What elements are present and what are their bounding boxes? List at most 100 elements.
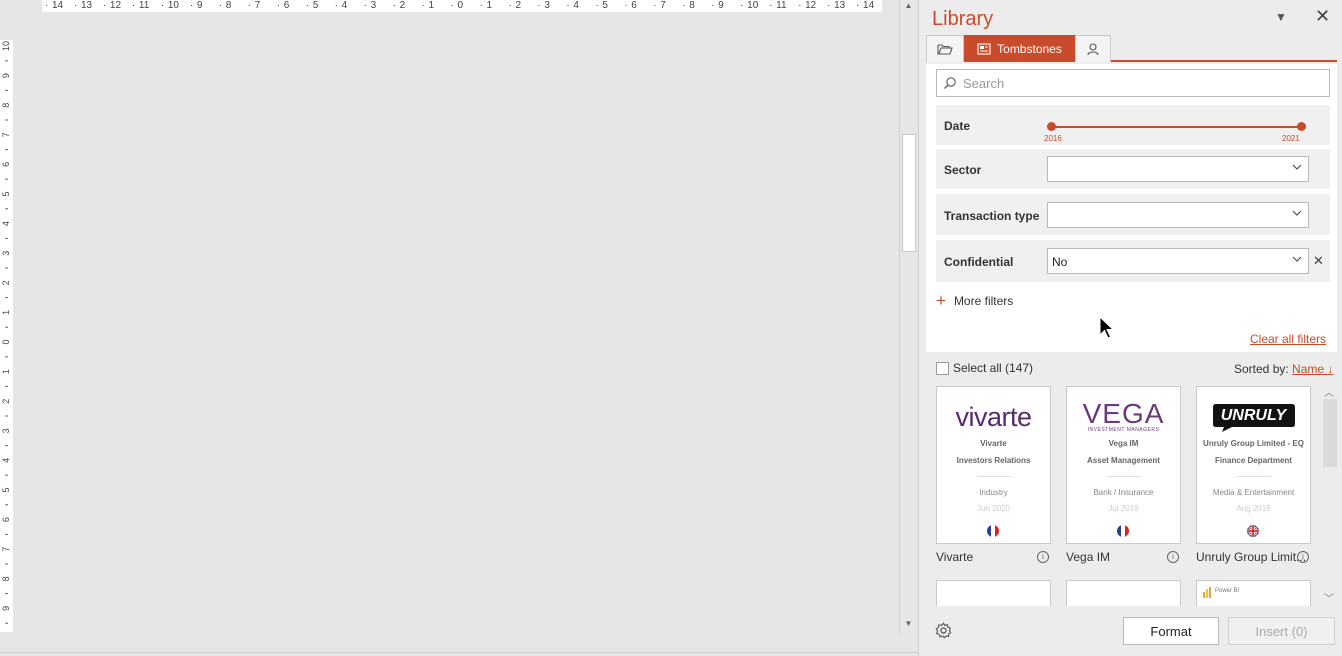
tombstone-card[interactable]: VEGA INVESTMENT MANAGERS Vega IM Asset M… (1066, 386, 1181, 544)
ruler-tick-label: 5 (312, 0, 319, 11)
tombstone-card[interactable] (936, 580, 1051, 606)
confidential-select[interactable]: No (1047, 248, 1309, 274)
results-header: Select all (147) Sorted by: Name ↓ (926, 356, 1337, 378)
more-filters-button[interactable]: + More filters (936, 291, 1013, 311)
info-icon[interactable]: i (1167, 551, 1179, 563)
results-scrollbar[interactable]: ︿ ﹀ (1322, 384, 1337, 606)
pane-footer: Format Insert (0) (926, 612, 1337, 652)
ruler-tick-label: 3 (1, 251, 11, 256)
date-slider-end-handle[interactable] (1297, 122, 1306, 131)
ruler-tick-label: 2 (399, 0, 406, 11)
ruler-tick-label: 8 (1, 576, 11, 581)
ruler-tick-mark: · (73, 0, 78, 11)
ruler-tick-mark: · (45, 0, 49, 11)
card-date: Jul 2019 (1108, 504, 1139, 513)
ruler-tick-label: 3 (544, 0, 550, 11)
sort-field-link[interactable]: Name ↓ (1292, 362, 1333, 376)
clear-all-filters-link[interactable]: Clear all filters (1250, 332, 1326, 346)
vertical-ruler: 10987654321012345678910 (0, 40, 13, 632)
gear-icon[interactable] (935, 622, 952, 644)
card-sector: Media & Entertainment (1212, 488, 1295, 497)
tab-people[interactable] (1075, 35, 1111, 62)
ruler-tick-mark: · (276, 0, 281, 11)
close-icon[interactable]: ✕ (1315, 6, 1330, 27)
sector-select[interactable] (1047, 156, 1309, 182)
ruler-tick-mark: · (363, 0, 367, 11)
search-box[interactable] (936, 69, 1330, 97)
unruly-logo: UNRULY (1197, 399, 1310, 435)
clear-confidential-icon[interactable]: ✕ (1313, 253, 1324, 269)
ruler-tick-label: 6 (1, 517, 11, 522)
ruler-tick-label: 7 (1, 547, 11, 552)
person-icon (1087, 43, 1099, 56)
card-company-name: Unruly Group Limited - EQ (1203, 439, 1304, 448)
insert-button[interactable]: Insert (0) (1228, 617, 1335, 645)
ruler-tick-label: 6 (1, 162, 11, 167)
date-slider-track[interactable] (1051, 126, 1301, 128)
tab-tombstones[interactable]: Tombstones (964, 35, 1075, 62)
pane-options-icon[interactable]: ▼ (1275, 10, 1287, 24)
ruler-tick-label: 11 (776, 0, 787, 11)
ruler-tick-label: 1 (1, 310, 11, 315)
scroll-down-arrow-icon[interactable]: ▼ (900, 618, 917, 630)
tombstone-card[interactable]: UNRULY Unruly Group Limited - EQ Finance… (1196, 386, 1311, 544)
vega-logo: VEGA INVESTMENT MANAGERS (1082, 398, 1165, 434)
card-caption: Unruly Group Limit... (1196, 550, 1307, 564)
sorted-by-label: Sorted by: (1234, 362, 1289, 376)
tombstone-card[interactable] (1066, 580, 1181, 606)
ruler-tick-label: 5 (602, 0, 608, 11)
vertical-scrollbar[interactable]: ▲ ▼ (899, 0, 917, 634)
select-all-checkbox[interactable]: Select all (147) (936, 361, 1033, 375)
card-date: Jun 2020 (977, 504, 1010, 513)
france-flag-icon (987, 525, 999, 537)
ruler-tick-label: 8 (225, 0, 232, 11)
ruler-tick-label: 7 (254, 0, 261, 11)
ruler-tick-label: 5 (1, 487, 11, 492)
slide-canvas[interactable]: 14 · 13 · 12 · 11 · 10 · 9 · 8 · 7 · 6 · 5 · 4 · 3 · 2 · 1 · 0 · 1 · 2 · 3… (0, 0, 917, 656)
transaction-type-select[interactable] (1047, 202, 1309, 228)
scroll-up-arrow-icon[interactable]: ▲ (900, 0, 917, 12)
chevron-up-icon[interactable]: ︿ (1322, 384, 1336, 399)
ruler-tick-label: 0 (1, 339, 11, 344)
ruler-tick-label: 0 (457, 0, 464, 11)
sort-control: Sorted by: Name ↓ (1234, 362, 1333, 376)
results-scrollbar-thumb[interactable] (1323, 399, 1337, 467)
france-flag-icon (1117, 525, 1129, 537)
vivarte-logo: vivarte (955, 401, 1032, 432)
card-sector: Industry (979, 488, 1008, 497)
tombstone-card[interactable]: vivarte Vivarte Investors Relations Indu… (936, 386, 1051, 544)
filter-sector: Sector (936, 149, 1330, 189)
pane-tabs: Tombstones (926, 35, 1337, 62)
ruler-tick-label: 9 (1, 606, 11, 611)
ruler-tick-mark: · (218, 0, 223, 11)
ruler-tick-mark: · (798, 0, 802, 11)
ruler-tick-mark: · (537, 0, 541, 11)
ruler-tick-label: 4 (341, 0, 348, 11)
tombstone-card[interactable]: Power BI (1196, 580, 1311, 606)
date-slider-start-handle[interactable] (1047, 122, 1056, 131)
search-input[interactable] (963, 75, 1323, 91)
ruler-tick-label: 8 (1, 103, 11, 108)
ruler-tick-label: 6 (283, 0, 290, 11)
ruler-tick-mark: · (479, 0, 483, 11)
ruler-tick-mark: · (595, 0, 599, 11)
tab-folders[interactable] (926, 35, 964, 62)
filters-panel: Date 2016 2021 Sector Transaction type (926, 64, 1337, 352)
ruler-tick-label: 9 (196, 0, 203, 11)
card-separator (1237, 476, 1271, 477)
chevron-down-icon[interactable]: ﹀ (1322, 590, 1336, 605)
info-icon[interactable]: i (1037, 551, 1049, 563)
ruler-tick-label: 4 (573, 0, 579, 11)
format-button[interactable]: Format (1123, 617, 1219, 645)
ruler-tick-mark: · (769, 0, 773, 11)
ruler-tick-label: 1 (1, 369, 11, 374)
canvas-bottom-border (0, 652, 917, 656)
ruler-tick-label: 5 (1, 191, 11, 196)
filter-confidential: Confidential No ✕ (936, 240, 1330, 282)
ruler-tick-label: 1 (486, 0, 493, 11)
ruler-tick-label: 3 (370, 0, 377, 11)
search-icon (943, 76, 957, 90)
info-icon[interactable]: i (1297, 551, 1309, 563)
scrollbar-thumb[interactable] (902, 134, 916, 252)
ruler-tick-mark: · (711, 0, 715, 11)
